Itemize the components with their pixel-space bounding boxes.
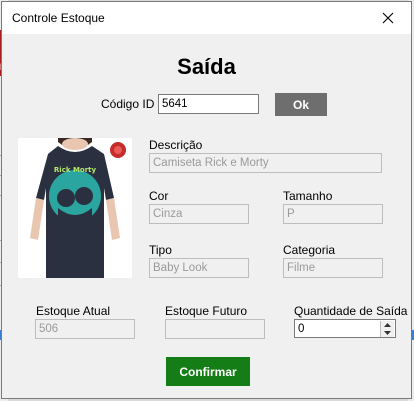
quantidade-saida-value: 0	[298, 323, 305, 335]
confirm-button[interactable]: Confirmar	[166, 357, 250, 386]
estoque-atual-field[interactable]: 506	[35, 319, 135, 339]
quantidade-saida-stepper[interactable]: 0	[294, 319, 396, 338]
descricao-label: Descrição	[149, 138, 203, 152]
tipo-field[interactable]: Baby Look	[149, 258, 249, 278]
dialog-window: Controle Estoque Saída Código ID 5641 Ok…	[1, 1, 412, 399]
stepper-down-icon[interactable]	[381, 329, 394, 337]
tshirt-image: Rick Morty	[18, 138, 132, 278]
page-title: Saída	[177, 54, 236, 79]
descricao-field[interactable]: Camiseta Rick e Morty	[149, 153, 382, 173]
categoria-field[interactable]: Filme	[283, 258, 383, 278]
quantidade-saida-label: Quantidade de Saída	[294, 304, 408, 318]
close-button[interactable]	[365, 2, 411, 34]
ok-button[interactable]: Ok	[275, 93, 327, 116]
stepper-up-icon[interactable]	[381, 321, 394, 329]
product-image: Rick Morty	[18, 138, 132, 278]
codigo-input[interactable]: 5641	[158, 94, 259, 114]
estoque-futuro-field[interactable]	[165, 319, 265, 339]
cor-field[interactable]: Cinza	[149, 204, 249, 224]
tipo-label: Tipo	[149, 243, 172, 257]
estoque-atual-label: Estoque Atual	[36, 304, 111, 318]
categoria-label: Categoria	[283, 243, 336, 257]
cor-label: Cor	[149, 189, 169, 203]
window-title: Controle Estoque	[12, 11, 105, 25]
codigo-label: Código ID	[101, 97, 155, 111]
tamanho-label: Tamanho	[283, 189, 333, 203]
title-bar: Controle Estoque	[2, 2, 411, 34]
tamanho-field[interactable]: P	[283, 204, 383, 224]
stepper-buttons[interactable]	[380, 321, 394, 337]
svg-text:Rick Morty: Rick Morty	[54, 166, 97, 174]
close-icon	[382, 12, 394, 24]
estoque-futuro-label: Estoque Futuro	[165, 304, 248, 318]
